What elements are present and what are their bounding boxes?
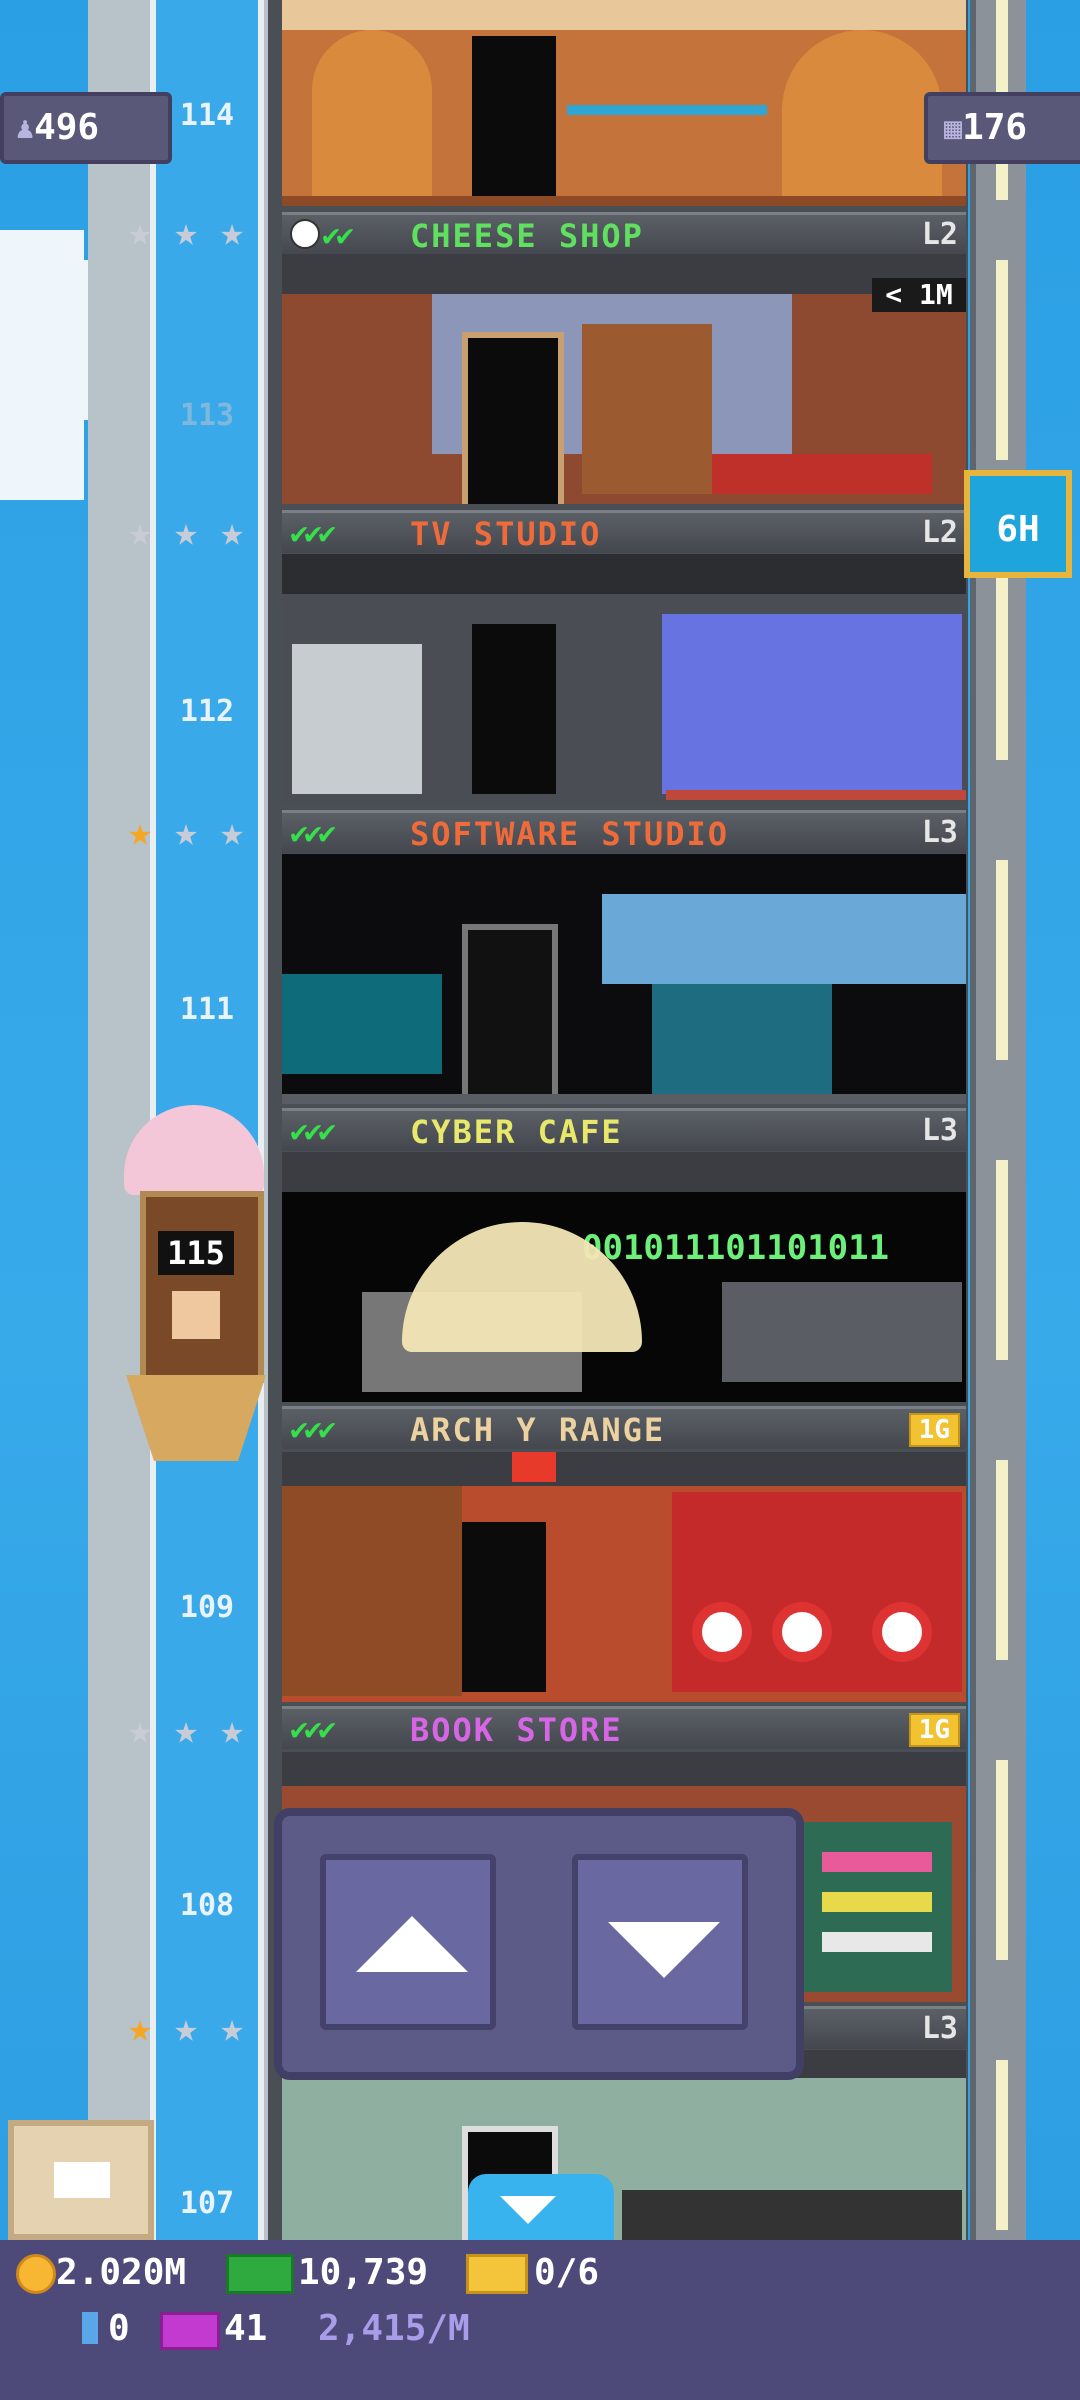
gold-badge: 1G (908, 1713, 960, 1747)
income-rate: 2,415/M (318, 2308, 470, 2349)
elevator-up-button[interactable] (320, 1854, 496, 2030)
star-icon: ★ (219, 1707, 245, 1753)
star-icon: ★ (127, 509, 153, 555)
floor-label-cheese-shop[interactable]: ✔✔ CHEESE SHOP L2 (282, 212, 966, 255)
star-icon: ★ (127, 809, 153, 855)
room-name: BOOK STORE (410, 1711, 623, 1749)
star-icon: ★ (173, 509, 199, 555)
arrow-up-icon (356, 1916, 468, 1972)
room-level: L3 (921, 2011, 958, 2046)
bux-icon (226, 2254, 294, 2294)
star-rating: ★ ★ ★ (120, 1710, 262, 1750)
room-level: L2 (921, 217, 958, 252)
star-icon: ★ (127, 209, 153, 255)
tickets-value: 41 (224, 2308, 268, 2349)
star-icon: ★ (219, 209, 245, 255)
star-icon: ★ (127, 1707, 153, 1753)
box-icon (54, 2162, 110, 2198)
star-icon: ★ (173, 809, 199, 855)
room-floor-112[interactable] (282, 554, 966, 804)
floor-number: 107 (179, 2186, 235, 2221)
room-name: TV STUDIO (410, 515, 602, 553)
star-rating: ★ ★ ★ (120, 212, 262, 252)
bux-value: 10,739 (298, 2252, 429, 2293)
menu-toggle-button[interactable] (468, 2174, 614, 2240)
floor-label-tv-studio[interactable]: ✔✔✔ TV STUDIO L2 (282, 510, 966, 553)
star-icon: ★ (173, 209, 199, 255)
room-name: CYBER CAFE (410, 1113, 623, 1151)
room-name: CHEESE SHOP (410, 217, 644, 255)
star-icon: ★ (219, 809, 245, 855)
floor-number: 108 (179, 1888, 235, 1923)
room-floor-110[interactable]: 001011101101011 (282, 1152, 966, 1402)
room-level: L2 (921, 515, 958, 550)
gold-badge: 1G (908, 1413, 960, 1447)
timer-button[interactable]: 6H (964, 470, 1072, 578)
star-icon: ★ (173, 2005, 199, 2051)
cloud (0, 230, 84, 500)
room-floor-109[interactable] (282, 1452, 966, 1702)
room-level: L3 (921, 1113, 958, 1148)
building-icon: ▦ (944, 111, 963, 146)
room-floor-111[interactable] (282, 854, 966, 1104)
chevron-down-icon (500, 2196, 556, 2224)
ticket-icon (160, 2312, 220, 2350)
floor-label-cyber-cafe[interactable]: ✔✔✔ CYBER CAFE L3 (282, 1108, 966, 1151)
star-rating: ★ ★ ★ (120, 812, 262, 852)
star-rating: ★ ★ ★ (120, 2008, 262, 2048)
inventory-box-button[interactable] (8, 2120, 154, 2240)
elevator-down-button[interactable] (572, 1854, 748, 2030)
star-icon: ★ (219, 2005, 245, 2051)
room-name: SOFTWARE STUDIO (410, 815, 729, 853)
stories-counter[interactable]: ▦176 (924, 92, 1080, 164)
person-icon: ♟ (16, 111, 35, 146)
coins-value: 2.020M (56, 2252, 187, 2293)
checkmarks-icon: ✔✔✔ (290, 1712, 336, 1747)
star-icon: ★ (127, 2005, 153, 2051)
room-name: ARCH Y RANGE (410, 1411, 666, 1449)
floor-number: 113 (179, 398, 235, 433)
coin-icon (16, 2254, 56, 2294)
room-level: L3 (921, 815, 958, 850)
elevator-dpad (274, 1808, 804, 2080)
golden-tickets-value: 0/6 (534, 2252, 600, 2293)
checkmarks-icon: ✔✔✔ (290, 516, 336, 551)
floor-number: 109 (179, 1590, 235, 1625)
golden-ticket-icon (466, 2254, 528, 2294)
key-icon (82, 2312, 98, 2344)
checkmarks-icon: ✔✔✔ (290, 1412, 336, 1447)
floor-number: 112 (179, 694, 235, 729)
room-cheese-shop[interactable] (282, 0, 966, 206)
elevator-car[interactable]: 115 (116, 1105, 276, 1465)
checkmarks-icon: ✔✔ (322, 218, 354, 253)
binary-code-text: 001011101101011 (582, 1228, 890, 1268)
population-counter[interactable]: ♟496 (0, 92, 172, 164)
checkmarks-icon: ✔✔✔ (290, 1114, 336, 1149)
income-indicator: < 1M (872, 278, 966, 312)
tower-right-rail (970, 0, 1026, 2240)
floor-label-book-store[interactable]: ✔✔✔ BOOK STORE 1G (282, 1706, 966, 1749)
clock-icon (290, 219, 320, 249)
bottom-hud: 2.020M 10,739 0/6 0 41 2,415/M (0, 2240, 1080, 2400)
floor-label-archery-range[interactable]: ✔✔✔ ARCH Y RANGE 1G (282, 1406, 966, 1449)
star-icon: ★ (219, 509, 245, 555)
floor-label-software-studio[interactable]: ✔✔✔ SOFTWARE STUDIO L3 (282, 810, 966, 853)
keys-value: 0 (108, 2308, 130, 2349)
star-icon: ★ (173, 1707, 199, 1753)
room-floor-113[interactable]: < 1M (282, 254, 966, 504)
checkmarks-icon: ✔✔✔ (290, 816, 336, 851)
elevator-floor-display: 115 (158, 1231, 234, 1275)
arrow-down-icon (608, 1922, 720, 1978)
star-rating: ★ ★ ★ (120, 512, 262, 552)
floor-number: 111 (179, 992, 235, 1027)
